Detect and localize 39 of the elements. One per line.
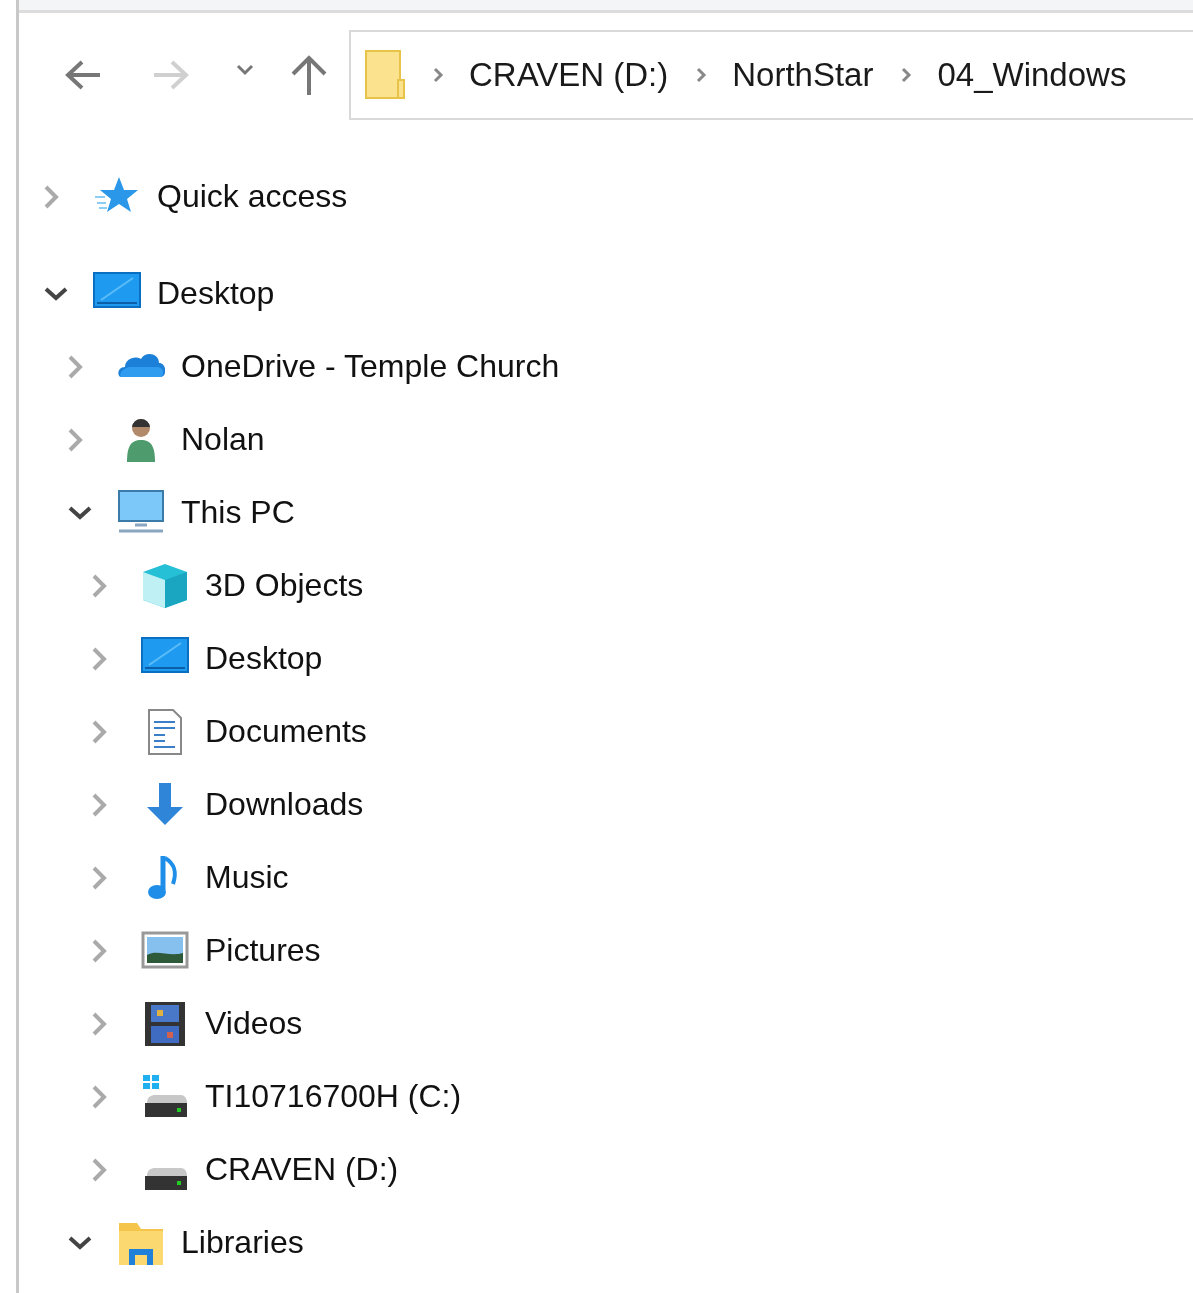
tree-item[interactable]: Pictures xyxy=(205,932,321,969)
breadcrumb[interactable]: NorthStar xyxy=(732,56,874,94)
tree-item[interactable]: CRAVEN (D:) xyxy=(205,1151,399,1188)
chevron-right-icon[interactable] xyxy=(91,645,107,672)
tree-item[interactable]: Documents xyxy=(205,713,367,750)
address-bar[interactable]: CRAVEN (D:) NorthStar 04_Windows xyxy=(349,30,1193,120)
chevron-right-icon[interactable] xyxy=(91,718,107,745)
tree-item[interactable]: Quick access xyxy=(157,178,348,215)
chevron-right-icon[interactable] xyxy=(91,1156,107,1183)
tree-item[interactable]: Nolan xyxy=(181,421,265,458)
chevron-icon xyxy=(696,67,708,83)
tree-item[interactable]: Music xyxy=(205,859,289,896)
chevron-right-icon[interactable] xyxy=(91,1010,107,1037)
chevron-icon xyxy=(433,67,444,83)
tree-item[interactable]: Desktop xyxy=(157,275,275,312)
tree-item[interactable]: Libraries xyxy=(181,1224,304,1261)
chevron-icon xyxy=(901,67,913,83)
tree-item[interactable]: Desktop xyxy=(205,640,323,677)
chevron-right-icon[interactable] xyxy=(91,1083,107,1110)
cube-icon xyxy=(141,561,189,610)
chevron-right-icon[interactable] xyxy=(91,864,107,891)
chevron-right-icon[interactable] xyxy=(91,572,107,599)
caret-icon[interactable] xyxy=(236,64,254,76)
tree-item[interactable]: Videos xyxy=(205,1005,303,1042)
tree-item[interactable]: OneDrive - Temple Church xyxy=(181,348,560,385)
tree-item[interactable]: Downloads xyxy=(205,786,364,823)
drive-icon xyxy=(145,1167,187,1190)
chevron-right-icon[interactable] xyxy=(67,426,83,453)
breadcrumb[interactable]: CRAVEN (D:) xyxy=(469,56,669,94)
chevron-right-icon[interactable] xyxy=(91,791,107,818)
tree-item[interactable]: TI10716700H (C:) xyxy=(205,1078,462,1115)
up-icon[interactable] xyxy=(290,55,328,95)
breadcrumb[interactable]: 04_Windows xyxy=(937,56,1127,94)
chevron-right-icon[interactable] xyxy=(43,183,59,210)
chevron-right-icon[interactable] xyxy=(67,353,83,380)
tree-item[interactable]: 3D Objects xyxy=(205,567,364,604)
folder-icon xyxy=(365,50,405,100)
tree-item[interactable]: This PC xyxy=(181,494,295,531)
chevron-right-icon[interactable] xyxy=(91,937,107,964)
